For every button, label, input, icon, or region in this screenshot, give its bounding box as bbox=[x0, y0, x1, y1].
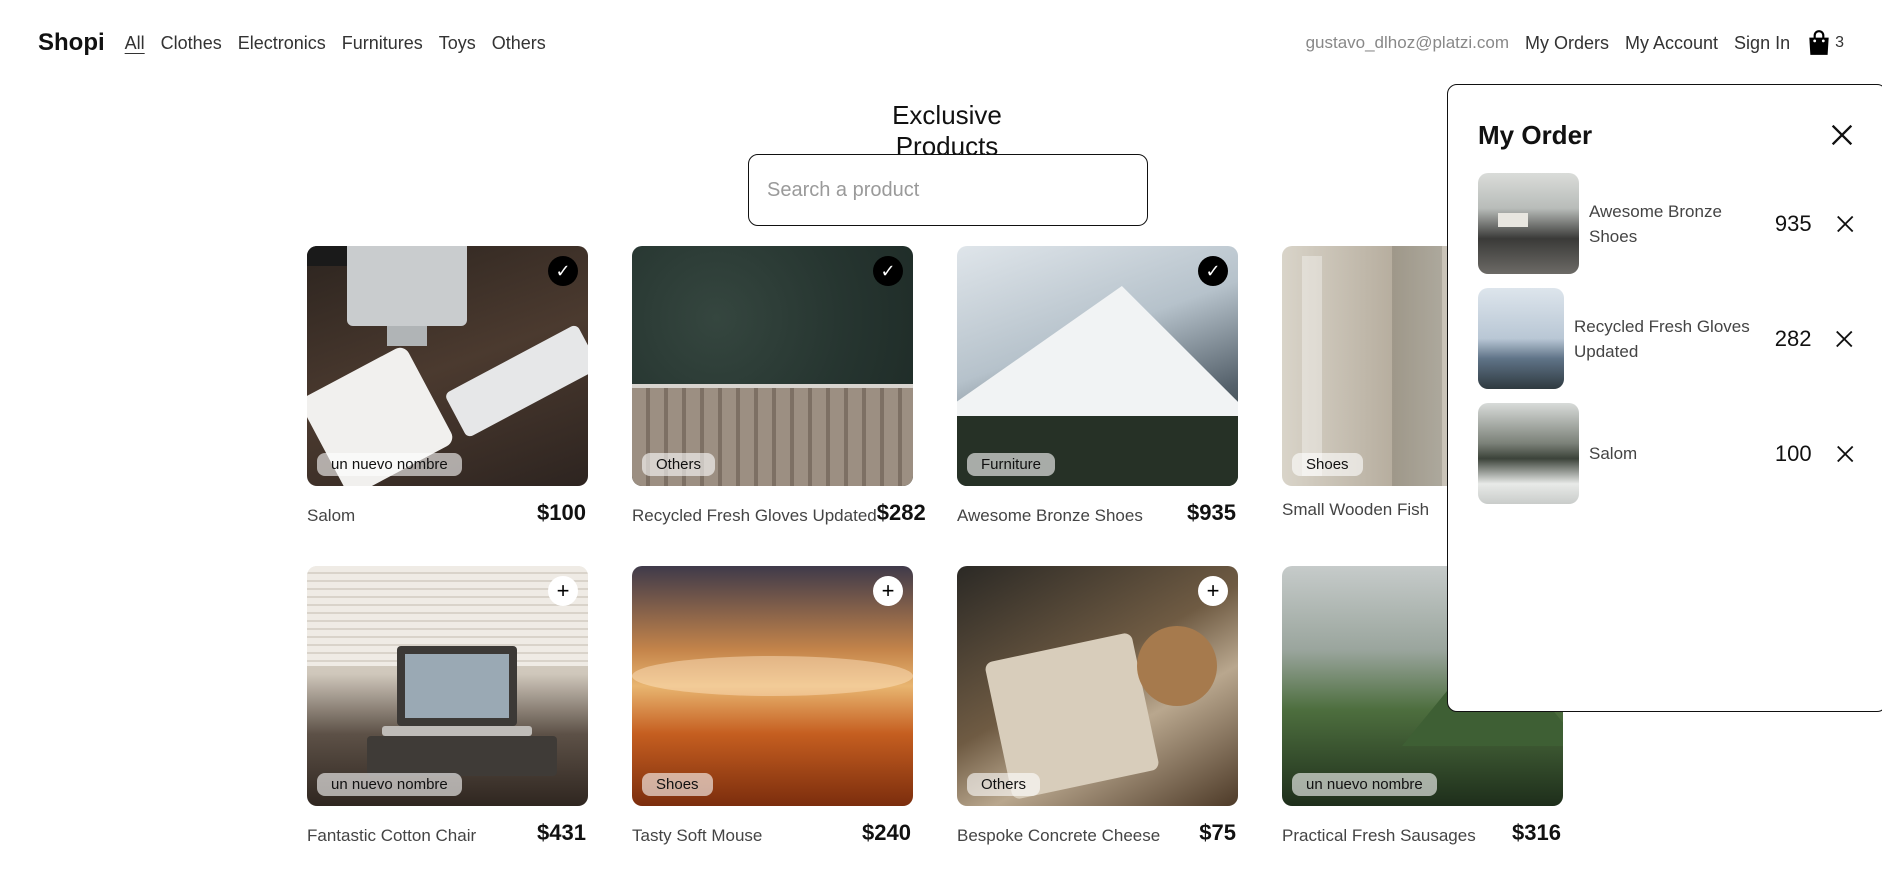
product-name: Practical Fresh Sausages bbox=[1282, 826, 1476, 845]
product-name: Tasty Soft Mouse bbox=[632, 826, 763, 845]
nav-right: gustavo_dlhoz@platzi.com My Orders My Ac… bbox=[1306, 29, 1844, 57]
order-side-panel: My Order Awesome Bronze Shoes 935 Recycl… bbox=[1447, 84, 1882, 712]
order-item-name: Salom bbox=[1589, 444, 1638, 463]
nav-category-others[interactable]: Others bbox=[492, 33, 546, 54]
category-tag: un nuevo nombre bbox=[1292, 773, 1437, 796]
nav-left: Shopi All Clothes Electronics Furnitures… bbox=[38, 29, 546, 57]
close-icon[interactable] bbox=[1828, 121, 1856, 149]
category-tag: Shoes bbox=[642, 773, 713, 796]
order-item-image bbox=[1478, 403, 1579, 504]
order-item-price: 282 bbox=[1774, 325, 1812, 351]
category-tag: un nuevo nombre bbox=[317, 773, 462, 796]
product-card[interactable]: Others ✓ Recycled Fresh Gloves Updated $… bbox=[632, 246, 926, 526]
product-image: un nuevo nombre ✓ bbox=[307, 246, 588, 486]
search-input[interactable] bbox=[748, 154, 1148, 226]
product-card[interactable]: un nuevo nombre + Fantastic Cotton Chair… bbox=[307, 566, 588, 846]
cart-button[interactable]: 3 bbox=[1806, 29, 1844, 57]
product-price: $240 bbox=[862, 820, 911, 845]
product-card[interactable]: Others + Bespoke Concrete Cheese $75 bbox=[957, 566, 1238, 846]
plus-icon[interactable]: + bbox=[873, 576, 903, 606]
product-name: Small Wooden Fish bbox=[1282, 500, 1430, 519]
product-image: Others + bbox=[957, 566, 1238, 806]
category-tag: Others bbox=[967, 773, 1041, 796]
product-image: Furniture ✓ bbox=[957, 246, 1238, 486]
category-tag: Furniture bbox=[967, 453, 1056, 476]
product-price: $100 bbox=[537, 500, 586, 525]
category-tag: Others bbox=[642, 453, 716, 476]
product-image: Shoes + bbox=[632, 566, 913, 806]
product-name: Salom bbox=[307, 506, 356, 525]
user-email: gustavo_dlhoz@platzi.com bbox=[1305, 33, 1509, 52]
nav-my-orders[interactable]: My Orders bbox=[1525, 33, 1609, 54]
order-item: Salom 100 bbox=[1478, 403, 1856, 504]
product-price: $75 bbox=[1199, 820, 1236, 845]
product-card[interactable]: Furniture ✓ Awesome Bronze Shoes $935 bbox=[957, 246, 1238, 526]
close-icon[interactable] bbox=[1834, 442, 1856, 466]
product-price: $316 bbox=[1512, 820, 1561, 845]
order-title: My Order bbox=[1478, 119, 1593, 150]
plus-icon[interactable]: + bbox=[548, 576, 578, 606]
checkmark-icon[interactable]: ✓ bbox=[873, 256, 903, 286]
top-navbar: Shopi All Clothes Electronics Furnitures… bbox=[0, 0, 1882, 86]
order-item-image bbox=[1478, 173, 1579, 274]
product-price: $935 bbox=[1187, 500, 1236, 525]
nav-category-furnitures[interactable]: Furnitures bbox=[342, 33, 423, 54]
order-item-price: 935 bbox=[1774, 210, 1812, 236]
close-icon[interactable] bbox=[1833, 327, 1856, 351]
product-card[interactable]: un nuevo nombre ✓ Salom $100 bbox=[307, 246, 588, 526]
order-item-price: 100 bbox=[1774, 440, 1812, 466]
product-price: $431 bbox=[537, 820, 586, 845]
product-name: Bespoke Concrete Cheese bbox=[957, 826, 1161, 845]
product-grid: un nuevo nombre ✓ Salom $100 Others ✓ Re… bbox=[307, 246, 1563, 846]
nav-my-account[interactable]: My Account bbox=[1625, 33, 1718, 54]
product-image: un nuevo nombre + bbox=[307, 566, 588, 806]
category-tag: un nuevo nombre bbox=[317, 453, 462, 476]
close-icon[interactable] bbox=[1834, 212, 1856, 236]
nav-category-toys[interactable]: Toys bbox=[439, 33, 476, 54]
product-name: Recycled Fresh Gloves Updated bbox=[632, 506, 877, 525]
plus-icon[interactable]: + bbox=[1198, 576, 1228, 606]
product-image: Others ✓ bbox=[632, 246, 913, 486]
shopping-bag-icon bbox=[1809, 30, 1829, 55]
nav-category-clothes[interactable]: Clothes bbox=[161, 33, 222, 54]
order-item-image bbox=[1478, 288, 1564, 389]
product-name: Fantastic Cotton Chair bbox=[307, 826, 477, 845]
brand-logo[interactable]: Shopi bbox=[38, 29, 105, 57]
product-card[interactable]: Shoes + Tasty Soft Mouse $240 bbox=[632, 566, 913, 846]
nav-category-electronics[interactable]: Electronics bbox=[238, 33, 326, 54]
order-item: Recycled Fresh Gloves Updated 282 bbox=[1478, 288, 1856, 389]
nav-sign-in[interactable]: Sign In bbox=[1734, 33, 1790, 54]
checkmark-icon[interactable]: ✓ bbox=[548, 256, 578, 286]
nav-category-all[interactable]: All bbox=[125, 33, 145, 54]
checkmark-icon[interactable]: ✓ bbox=[1198, 256, 1228, 286]
category-tag: Shoes bbox=[1292, 453, 1363, 476]
product-price: $282 bbox=[876, 500, 926, 525]
order-items-list: Awesome Bronze Shoes 935 Recycled Fresh … bbox=[1478, 173, 1856, 504]
order-item-name: Awesome Bronze Shoes bbox=[1589, 201, 1722, 246]
page-title: Exclusive Products bbox=[892, 100, 1002, 161]
order-item: Awesome Bronze Shoes 935 bbox=[1478, 173, 1856, 274]
product-name: Awesome Bronze Shoes bbox=[957, 506, 1143, 525]
order-item-name: Recycled Fresh Gloves Updated bbox=[1574, 316, 1750, 361]
cart-count: 3 bbox=[1835, 34, 1844, 51]
